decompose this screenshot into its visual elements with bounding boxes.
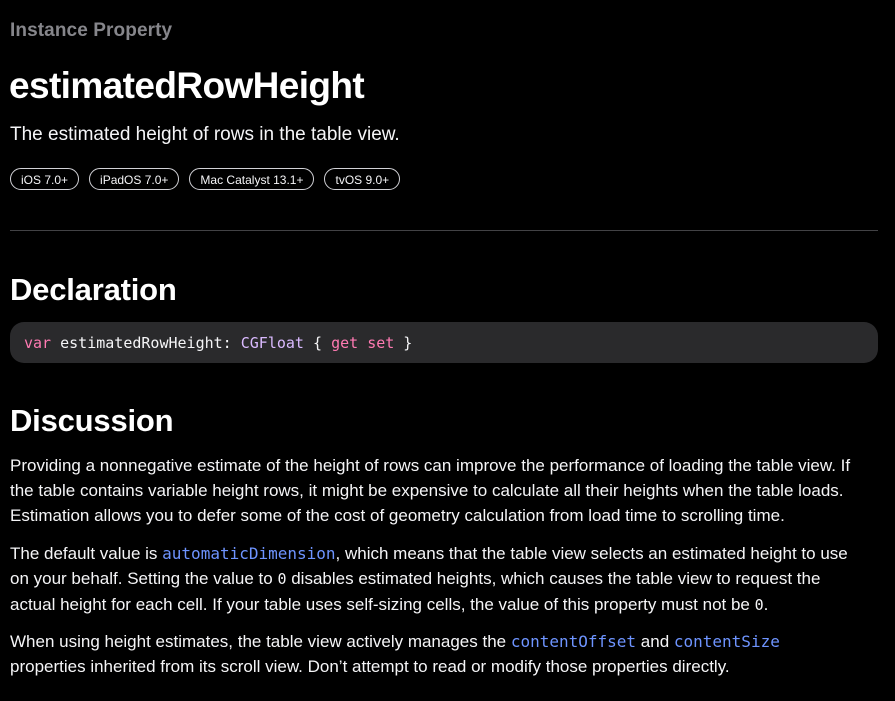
paragraph-line: Estimation allows you to defer some of t… — [10, 506, 785, 525]
availability-badge-tvos: tvOS 9.0+ — [324, 168, 401, 190]
availability-badge-ipados: iPadOS 7.0+ — [89, 168, 180, 190]
text-segment: , which means that the table view select… — [335, 544, 848, 563]
discussion-paragraph-1: Providing a nonnegative estimate of the … — [10, 453, 890, 528]
abstract-text: The estimated height of rows in the tabl… — [10, 124, 400, 145]
availability-list: iOS 7.0+ iPadOS 7.0+ Mac Catalyst 13.1+ … — [10, 168, 401, 190]
text-segment: and — [636, 632, 674, 651]
paragraph-line: on your behalf. Setting the value to 0 d… — [10, 566, 890, 592]
paragraph-line: When using height estimates, the table v… — [10, 629, 890, 654]
code-brace-open: { — [303, 333, 332, 352]
code-property-name: estimatedRowHeight: — [51, 333, 241, 352]
page-title: estimatedRowHeight — [9, 65, 365, 106]
text-segment: actual height for each cell. If your tab… — [10, 595, 755, 614]
availability-badge-mac-catalyst: Mac Catalyst 13.1+ — [189, 168, 315, 190]
discussion-paragraph-3: When using height estimates, the table v… — [10, 629, 890, 679]
code-keyword-var: var — [24, 333, 52, 352]
paragraph-line: Providing a nonnegative estimate of the … — [10, 456, 851, 475]
paragraph-line: The default value is automaticDimension,… — [10, 541, 890, 566]
discussion-heading: Discussion — [10, 403, 174, 438]
automatic-dimension-link[interactable]: automaticDimension — [162, 544, 335, 563]
text-segment: disables estimated heights, which causes… — [286, 569, 821, 588]
availability-badge-ios: iOS 7.0+ — [10, 168, 80, 190]
declaration-heading: Declaration — [10, 272, 177, 307]
content-size-link[interactable]: contentSize — [674, 632, 780, 651]
text-segment: When using height estimates, the table v… — [10, 632, 511, 651]
inline-code-zero: 0 — [754, 596, 764, 614]
content-offset-link[interactable]: contentOffset — [511, 632, 636, 651]
paragraph-line: properties inherited from its scroll vie… — [10, 657, 730, 676]
paragraph-line: actual height for each cell. If your tab… — [10, 592, 890, 618]
code-brace-close: } — [394, 333, 413, 352]
section-divider — [10, 230, 878, 231]
text-segment: The default value is — [10, 544, 163, 563]
text-segment: on your behalf. Setting the value to — [10, 569, 278, 588]
discussion-paragraph-2: The default value is automaticDimension,… — [10, 541, 890, 618]
documentation-page: Instance Property estimatedRowHeight The… — [0, 0, 895, 701]
code-keyword-get: get — [331, 333, 359, 352]
symbol-kind-eyebrow: Instance Property — [10, 20, 173, 41]
code-type-link[interactable]: CGFloat — [241, 334, 304, 352]
text-segment: . — [763, 595, 769, 614]
paragraph-line: the table contains variable height rows,… — [10, 481, 844, 500]
inline-code-zero: 0 — [277, 570, 287, 588]
declaration-code-block: var estimatedRowHeight: CGFloat { get se… — [10, 322, 878, 363]
code-keyword-set: set — [367, 333, 395, 352]
